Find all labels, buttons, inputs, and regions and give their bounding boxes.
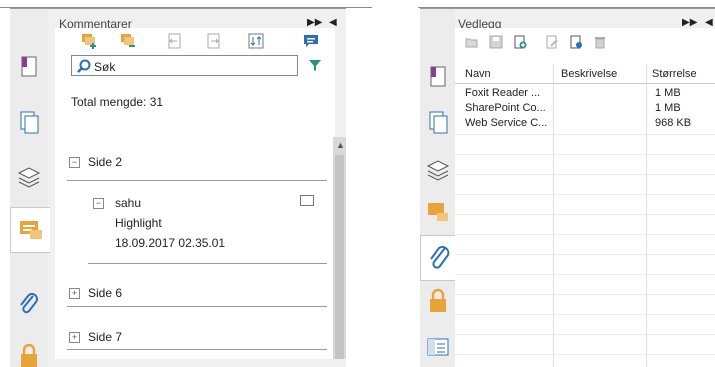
comments-toolbar (55, 28, 335, 54)
form-fields-icon[interactable] (425, 334, 451, 360)
attachment-tab-icon[interactable] (420, 235, 457, 281)
comments-tab-icon[interactable] (10, 207, 50, 253)
expand-panel-icon[interactable]: ▶▶ (682, 17, 697, 28)
total-count: Total mengde: 31 (71, 95, 164, 109)
bookmark-icon[interactable] (425, 64, 451, 90)
file-properties-icon[interactable] (569, 35, 583, 49)
search-input[interactable]: Søk (71, 55, 298, 76)
import-icon (166, 33, 182, 49)
comments-tab-icon[interactable] (425, 199, 451, 225)
expand-toggle-icon[interactable]: + (69, 288, 80, 299)
pages-icon[interactable] (16, 109, 42, 135)
lock-icon[interactable] (16, 342, 42, 367)
sort-icon[interactable] (248, 33, 264, 49)
collapse-panel-icon[interactable]: ◀ (705, 17, 713, 28)
annotation-author: sahu (115, 196, 142, 210)
collapse-all-icon[interactable] (120, 33, 136, 49)
bookmark-icon[interactable] (16, 54, 42, 80)
table-row[interactable]: SharePoint Co... 1 MB (455, 101, 715, 116)
column-name[interactable]: Navn (465, 68, 491, 80)
scroll-thumb[interactable] (335, 155, 344, 359)
scroll-up-icon[interactable]: ▲ (336, 140, 345, 150)
collapse-panel-icon[interactable]: ◀ (329, 17, 337, 28)
annotation-type: Highlight (115, 216, 162, 230)
collapse-toggle-icon[interactable]: − (93, 198, 104, 209)
expand-toggle-icon[interactable]: + (69, 332, 80, 343)
comment-icon[interactable] (303, 33, 319, 49)
lock-icon[interactable] (425, 287, 451, 313)
layers-icon[interactable] (16, 164, 42, 190)
save-icon (489, 35, 503, 49)
delete-icon (595, 37, 605, 49)
collapse-toggle-icon[interactable]: − (69, 157, 80, 168)
left-sidebar (10, 9, 50, 367)
annotation-checkbox[interactable] (300, 195, 314, 206)
open-folder-icon (465, 38, 478, 48)
table-header: Navn Beskrivelse Størrelse (455, 64, 715, 84)
edit-file-icon (546, 35, 558, 49)
export-icon (206, 33, 222, 49)
comments-list: Søk Total mengde: 31 (55, 28, 335, 359)
annotation-timestamp: 18.09.2017 02.35.01 (115, 236, 226, 250)
search-icon (77, 59, 91, 73)
expand-panel-icon[interactable]: ▶▶ (307, 17, 322, 28)
expand-all-icon[interactable] (81, 33, 97, 49)
table-row[interactable]: Web Service C... 968 KB (455, 116, 715, 131)
column-size[interactable]: Størrelse (652, 68, 697, 80)
add-file-icon[interactable] (513, 35, 527, 49)
right-sidebar (420, 9, 457, 367)
pages-icon[interactable] (425, 109, 451, 135)
attachment-icon[interactable] (16, 291, 42, 317)
attachments-list: Navn Beskrivelse Størrelse Foxit Reader … (455, 28, 715, 367)
column-description[interactable]: Beskrivelse (561, 68, 617, 80)
layers-icon[interactable] (425, 157, 451, 183)
table-row[interactable]: Foxit Reader ... 1 MB (455, 86, 715, 101)
comments-scrollbar[interactable]: ▲ (333, 137, 346, 359)
filter-icon[interactable] (308, 58, 322, 72)
search-label: Søk (94, 60, 116, 74)
